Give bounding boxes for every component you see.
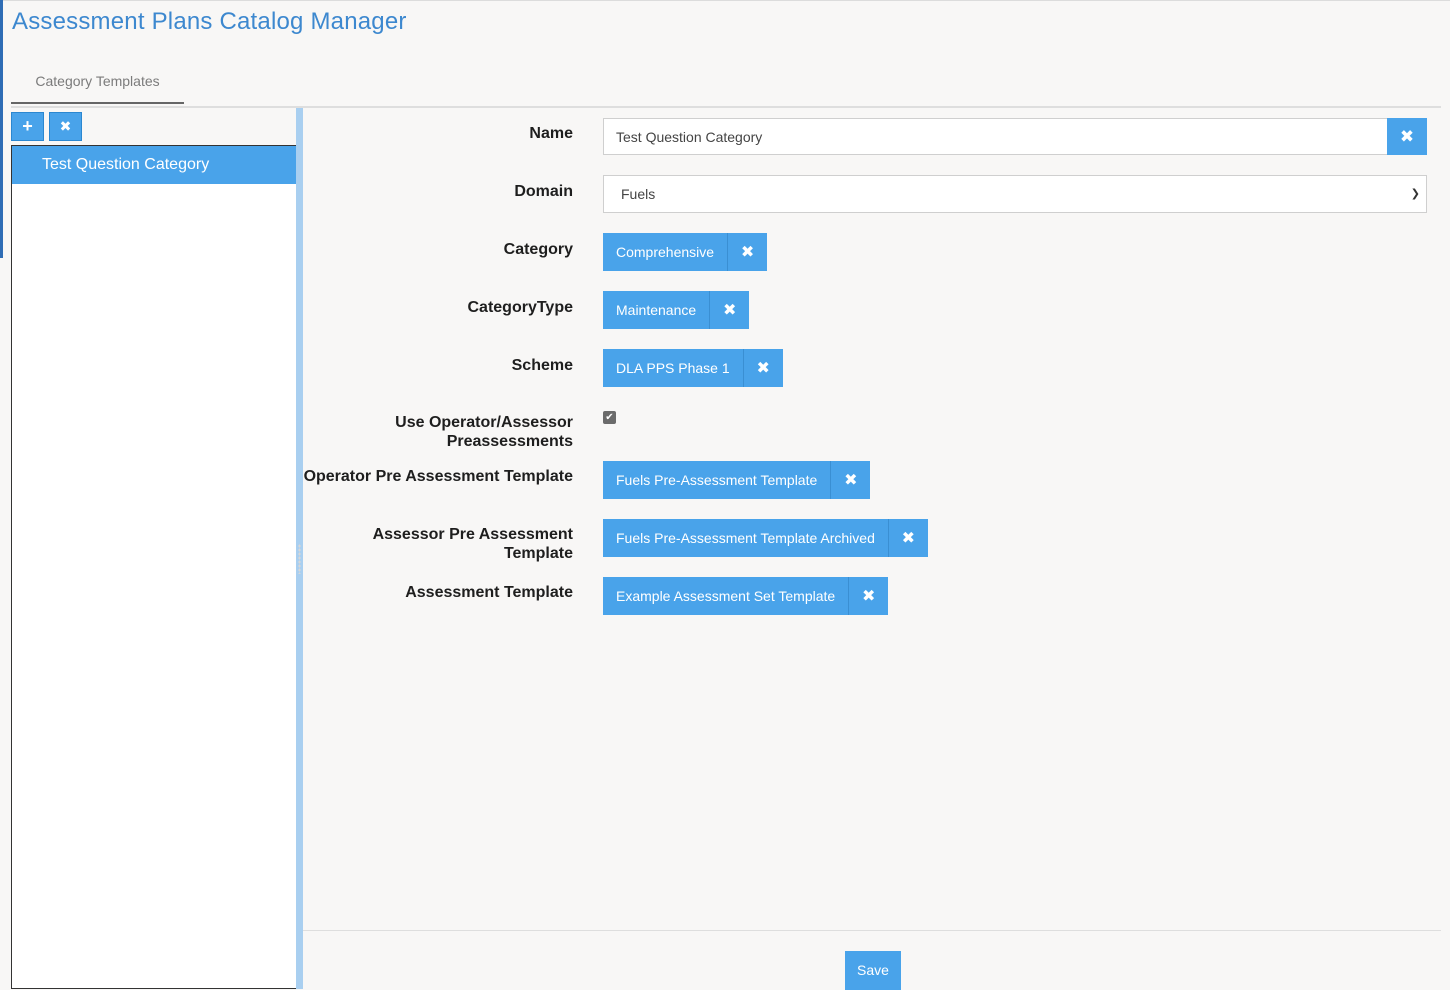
- add-button[interactable]: +: [11, 112, 44, 141]
- assessor-pre-template-chip-label[interactable]: Fuels Pre-Assessment Template Archived: [603, 519, 888, 557]
- save-button[interactable]: Save: [845, 951, 901, 990]
- category-label: Category: [503, 241, 573, 258]
- name-clear-button[interactable]: ✖: [1387, 118, 1427, 155]
- category-type-chip: Maintenance ✖: [603, 291, 750, 329]
- operator-pre-template-label: Operator Pre Assessment Template: [303, 468, 573, 485]
- assessment-template-label: Assessment Template: [405, 584, 573, 601]
- category-list-panel: + ✖ Test Question Category: [11, 108, 297, 989]
- close-icon: ✖: [844, 472, 858, 489]
- close-icon: ✖: [1399, 126, 1415, 146]
- panel-splitter[interactable]: [296, 108, 303, 989]
- assessment-template-chip: Example Assessment Set Template ✖: [603, 577, 889, 615]
- use-preassessments-label: Use Operator/Assessor Preassessments: [395, 414, 573, 450]
- assessor-pre-template-label: Assessor Pre Assessment Template: [372, 526, 573, 562]
- checkmark-icon: ✔: [605, 412, 614, 423]
- close-icon: ✖: [756, 360, 770, 377]
- left-accent-edge: [0, 0, 3, 258]
- scheme-chip: DLA PPS Phase 1 ✖: [603, 349, 783, 387]
- category-type-remove-button[interactable]: ✖: [709, 291, 749, 329]
- close-icon: ✖: [740, 244, 755, 261]
- splitter-grip[interactable]: [298, 544, 301, 574]
- name-input[interactable]: [603, 118, 1387, 155]
- close-icon: ✖: [861, 588, 876, 605]
- assessment-template-chip-label[interactable]: Example Assessment Set Template: [603, 577, 848, 615]
- scheme-label: Scheme: [511, 357, 573, 374]
- use-preassessments-checkbox[interactable]: ✔: [603, 411, 616, 424]
- app-title: Assessment Plans Catalog Manager: [12, 8, 407, 35]
- category-chip-label[interactable]: Comprehensive: [603, 233, 727, 271]
- category-remove-button[interactable]: ✖: [727, 233, 767, 271]
- category-list: Test Question Category: [11, 145, 297, 989]
- operator-pre-template-remove-button[interactable]: ✖: [830, 461, 870, 499]
- remove-button[interactable]: ✖: [49, 112, 82, 141]
- domain-label: Domain: [514, 183, 573, 200]
- scheme-remove-button[interactable]: ✖: [742, 349, 783, 387]
- domain-selected-value: Fuels: [621, 186, 656, 202]
- plus-icon: +: [22, 116, 33, 136]
- category-chip: Comprehensive ✖: [603, 233, 768, 271]
- domain-select[interactable]: Fuels ❯: [603, 175, 1427, 213]
- operator-pre-template-chip-label[interactable]: Fuels Pre-Assessment Template: [603, 461, 830, 499]
- assessor-pre-template-remove-button[interactable]: ✖: [887, 519, 928, 557]
- tab-bar: Category Templates: [11, 62, 1441, 108]
- name-label: Name: [529, 125, 573, 142]
- window-top-border: [0, 0, 1450, 1]
- scheme-chip-label[interactable]: DLA PPS Phase 1: [603, 349, 743, 387]
- category-type-chip-label[interactable]: Maintenance: [603, 291, 709, 329]
- operator-pre-template-chip: Fuels Pre-Assessment Template ✖: [603, 461, 871, 499]
- assessor-pre-template-chip: Fuels Pre-Assessment Template Archived ✖: [603, 519, 928, 557]
- close-icon: ✖: [901, 530, 916, 547]
- close-icon: ✖: [722, 302, 737, 319]
- list-item[interactable]: Test Question Category: [12, 146, 296, 184]
- chevron-down-icon: ❯: [1410, 188, 1420, 200]
- tab-category-templates[interactable]: Category Templates: [11, 62, 184, 104]
- template-form: Name ✖ Domain Fuels ❯ Category Comprehen…: [303, 108, 1441, 930]
- assessment-template-remove-button[interactable]: ✖: [848, 577, 888, 615]
- form-footer: Save: [303, 930, 1441, 990]
- close-icon: ✖: [59, 118, 72, 134]
- category-type-label: CategoryType: [467, 299, 573, 316]
